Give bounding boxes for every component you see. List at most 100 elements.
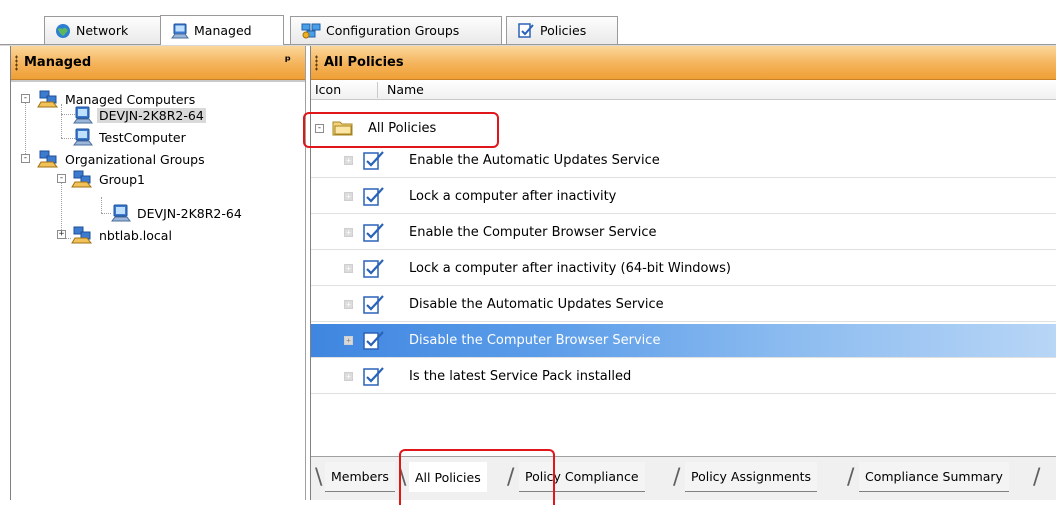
tab-members[interactable]: Members: [325, 462, 395, 492]
managed-pane-header: Managed ᵖ: [11, 46, 305, 80]
tab-members-label: Members: [331, 469, 389, 484]
tab-network[interactable]: Network: [44, 16, 162, 44]
policy-group-all-policies[interactable]: - All Policies: [315, 117, 436, 139]
tab-managed[interactable]: Managed: [160, 15, 284, 45]
policy-label: Lock a computer after inactivity (64-bit…: [409, 261, 731, 276]
policy-list-header: Icon Name: [311, 80, 1056, 100]
policy-row[interactable]: + Disable the Computer Browser Service: [311, 324, 1056, 358]
tab-policy-assignments[interactable]: Policy Assignments: [685, 462, 818, 492]
tree-line: [61, 104, 62, 138]
tab-network-label: Network: [76, 23, 129, 38]
folder-icon: [332, 119, 354, 137]
tree-item-nbtlab-local[interactable]: nbtlab.local: [71, 226, 174, 244]
tab-policies-label: Policies: [540, 23, 587, 38]
policy-label: Enable the Computer Browser Service: [409, 225, 657, 240]
grip-icon: [15, 54, 18, 71]
tab-compliance-summary-label: Compliance Summary: [865, 469, 1003, 484]
managed-tree: - Managed Computers DEVJN-2K8R2-64 TestC…: [11, 80, 305, 500]
policy-icon: [362, 294, 386, 320]
column-header-name[interactable]: Name: [387, 82, 424, 97]
policy-row[interactable]: + Is the latest Service Pack installed: [311, 360, 1056, 394]
computer-group-icon: [71, 226, 93, 244]
policy-icon: [362, 150, 386, 176]
policy-icon: [362, 258, 386, 284]
computer-icon: [73, 128, 93, 146]
tree-item-label: Managed Computers: [65, 91, 196, 107]
expander-all-policies[interactable]: -: [315, 123, 324, 133]
policy-row[interactable]: + Lock a computer after inactivity: [311, 180, 1056, 214]
column-separator[interactable]: [377, 82, 378, 98]
policy-label: Is the latest Service Pack installed: [409, 369, 632, 384]
tab-policies[interactable]: Policies: [506, 16, 618, 44]
tab-configuration-groups[interactable]: Configuration Groups: [290, 16, 502, 44]
expander-icon[interactable]: +: [344, 156, 353, 165]
policy-group-label: All Policies: [368, 120, 437, 136]
tab-managed-label: Managed: [194, 23, 252, 38]
expander-managed-computers[interactable]: -: [21, 94, 30, 103]
tab-policy-assignments-label: Policy Assignments: [691, 469, 812, 484]
tree-item-group1[interactable]: Group1: [71, 170, 147, 188]
tree-line: [101, 213, 111, 214]
expander-icon[interactable]: +: [344, 336, 353, 345]
all-policies-pane-title: All Policies: [324, 55, 404, 70]
managed-pane: Managed ᵖ - Managed Computers DEVJN-2K8R…: [10, 46, 306, 500]
tree-item-label: Organizational Groups: [65, 151, 205, 167]
policy-icon: [362, 222, 386, 248]
pin-icon[interactable]: ᵖ: [285, 54, 291, 69]
tree-item-label: Group1: [99, 171, 146, 187]
tab-policy-compliance-label: Policy Compliance: [525, 469, 639, 484]
expander-icon[interactable]: +: [344, 228, 353, 237]
policy-label: Enable the Automatic Updates Service: [409, 153, 660, 168]
tree-item-devjn-2k8r2-64[interactable]: DEVJN-2K8R2-64: [73, 106, 206, 124]
tree-item-label: nbtlab.local: [99, 227, 172, 243]
computer-group-icon: [37, 150, 59, 168]
bottom-tab-strip: \ Members \ All Policies / Policy Compli…: [311, 449, 1056, 505]
expander-group1[interactable]: -: [57, 174, 66, 183]
policy-row[interactable]: + Enable the Computer Browser Service: [311, 216, 1056, 250]
policy-icon: [362, 366, 386, 392]
tab-all-policies[interactable]: All Policies: [409, 462, 487, 492]
tab-compliance-summary[interactable]: Compliance Summary: [859, 462, 1009, 492]
tab-all-policies-label: All Policies: [415, 469, 481, 485]
policy-row[interactable]: + Lock a computer after inactivity (64-bi…: [311, 252, 1056, 286]
policy-row[interactable]: + Enable the Automatic Updates Service: [311, 144, 1056, 178]
policy-icon: [362, 186, 386, 212]
policy-icon: [517, 22, 535, 40]
expander-icon[interactable]: +: [344, 372, 353, 381]
tab-separator: /: [847, 465, 855, 490]
policy-icon: [362, 330, 386, 356]
grip-icon: [315, 54, 318, 71]
tab-separator: /: [507, 465, 515, 490]
group-icon: [301, 22, 321, 40]
column-header-icon[interactable]: Icon: [315, 82, 341, 97]
tree-item-label: TestComputer: [99, 129, 186, 145]
policy-label: Disable the Computer Browser Service: [409, 333, 661, 348]
tree-item-label: DEVJN-2K8R2-64: [137, 205, 242, 221]
tree-item-label: DEVJN-2K8R2-64: [97, 107, 206, 123]
tree-item-testcomputer[interactable]: TestComputer: [73, 128, 188, 146]
policy-label: Disable the Automatic Updates Service: [409, 297, 664, 312]
tab-separator: /: [1033, 465, 1041, 490]
tree-item-group1-devjn-2k8r2-64[interactable]: DEVJN-2K8R2-64: [111, 204, 244, 222]
tab-separator: \: [399, 465, 407, 490]
tab-configuration-groups-label: Configuration Groups: [326, 23, 460, 38]
computer-group-icon: [37, 90, 59, 108]
policy-label: Lock a computer after inactivity: [409, 189, 617, 204]
expander-icon[interactable]: +: [344, 192, 353, 201]
tab-separator: \: [315, 465, 323, 490]
computer-icon: [171, 23, 189, 39]
expander-nbtlab-local[interactable]: +: [57, 230, 66, 239]
all-policies-pane: All Policies Icon Name - All Policies + E…: [303, 46, 1056, 505]
tab-separator: /: [673, 465, 681, 490]
expander-icon[interactable]: +: [344, 300, 353, 309]
expander-icon[interactable]: +: [344, 264, 353, 273]
top-tab-strip: Network Managed Configuration Groups Pol…: [0, 0, 1056, 46]
tree-item-organizational-groups[interactable]: Organizational Groups: [37, 150, 207, 168]
policy-row[interactable]: + Disable the Automatic Updates Service: [311, 288, 1056, 322]
all-policies-pane-header: All Policies: [311, 46, 1056, 80]
computer-icon: [73, 106, 93, 124]
managed-pane-title: Managed: [24, 55, 92, 70]
tab-policy-compliance[interactable]: Policy Compliance: [519, 462, 645, 492]
globe-icon: [55, 23, 71, 39]
expander-organizational-groups[interactable]: -: [21, 154, 30, 163]
